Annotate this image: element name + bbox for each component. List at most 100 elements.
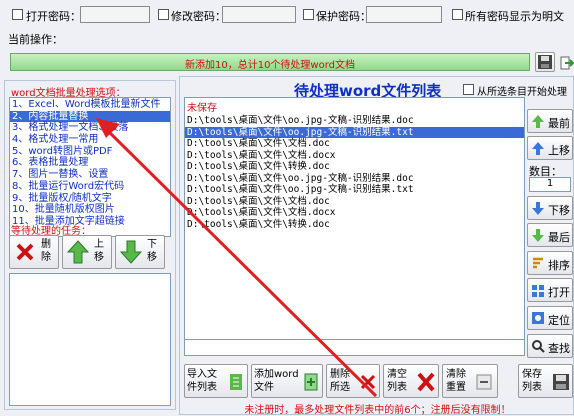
find-label: 查找 (548, 342, 570, 355)
delete-task-button[interactable]: 删 除 (9, 235, 59, 269)
file-row[interactable]: D:\tools\桌面\文件\oo.jpg-文稿-识别结果.doc (185, 115, 524, 127)
clear-reset-label: 清除 重置 (446, 369, 466, 393)
clear-list-button[interactable]: 清空 列表 (383, 364, 439, 398)
from-selected-label: 从所选条目开始处理 (477, 87, 567, 98)
count-input[interactable]: 1 (529, 177, 571, 192)
move-last-label: 最后 (548, 231, 570, 244)
save-list-button[interactable]: 保存 列表 (518, 364, 573, 398)
delete-selected-label: 删除 所选 (330, 369, 350, 393)
unsaved-label: 未保存 (187, 103, 217, 114)
save-progress-button[interactable] (535, 52, 555, 72)
clear-icon (417, 372, 435, 392)
protect-password-field[interactable] (366, 6, 442, 23)
file-list[interactable]: 未保存 D:\tools\桌面\文件\oo.jpg-文稿-识别结果.doc D:\… (184, 97, 525, 345)
options-list[interactable]: 1、Excel、Word模板批量新文件 2、内容批量替换 3、格式处理一文档、段落 4… (9, 97, 171, 237)
find-button[interactable]: 查找 (527, 334, 573, 358)
file-row[interactable]: D:\tools\桌面\文件\转换.doc (185, 219, 524, 231)
file-row[interactable]: D:\tools\桌面\文件\oo.jpg-文稿-识别结果.txt (185, 126, 524, 138)
arrow-up-icon (67, 240, 89, 264)
move-task-down-button[interactable]: 下 移 (115, 235, 165, 269)
move-task-up-button[interactable]: 上 移 (62, 235, 112, 269)
option-item[interactable]: 2、内容批量替换 (10, 110, 170, 123)
locate-label: 定位 (548, 314, 570, 327)
delete-icon (16, 243, 34, 261)
floppy-save-icon (553, 374, 569, 390)
from-selected-checkbox[interactable] (463, 84, 474, 95)
add-word-button[interactable]: 添加word 文件 (251, 364, 323, 398)
file-row[interactable]: D:\tools\桌面\文件\文档.doc (185, 196, 524, 208)
arrow-down-small-icon (532, 202, 544, 215)
option-item[interactable]: 10、批量随机版权图片 (10, 204, 170, 216)
file-row[interactable]: D:\tools\桌面\文件\转换.doc (185, 161, 524, 173)
sort-button[interactable]: 排序 (527, 251, 573, 275)
locate-icon (532, 312, 544, 324)
option-item[interactable]: 1、Excel、Word模板批量新文件 (10, 99, 170, 111)
file-list-panel: 待处理word文件列表 从所选条目开始处理 未保存 D:\tools\桌面\文件… (179, 76, 574, 416)
progress-text: 新添加10，总计10个待处理word文档 (184, 60, 356, 71)
add-file-icon (304, 373, 318, 391)
import-list-button[interactable]: 导入文 件列表 (184, 364, 248, 398)
modify-password-field[interactable] (222, 6, 296, 23)
option-item[interactable]: 6、表格批量处理 (10, 157, 170, 169)
protect-password-label: 保护密码： (316, 10, 371, 23)
move-up-button[interactable]: 上移 (527, 136, 573, 160)
file-row[interactable]: D:\tools\桌面\文件\oo.jpg-文稿-识别结果.doc (185, 173, 524, 185)
option-item[interactable]: 5、word转图片或PDF (10, 146, 170, 158)
move-task-down-label: 下 移 (147, 239, 157, 263)
modify-password-checkbox[interactable] (158, 9, 169, 20)
arrow-top-icon (532, 115, 544, 128)
task-list[interactable] (9, 273, 171, 406)
export-icon[interactable] (559, 54, 574, 72)
move-top-button[interactable]: 最前 (527, 109, 573, 133)
option-item[interactable]: 9、批量版权/随机文字 (10, 193, 170, 205)
import-icon (230, 374, 242, 390)
option-item[interactable]: 8、批量运行Word宏代码 (10, 181, 170, 193)
path-input[interactable] (184, 339, 525, 356)
move-last-button[interactable]: 最后 (527, 223, 573, 247)
delete-selected-icon (360, 374, 376, 390)
open-password-label: 打开密码： (26, 10, 81, 23)
sort-icon (533, 257, 543, 269)
arrow-up-small-icon (532, 142, 544, 155)
move-down-button[interactable]: 下移 (527, 196, 573, 220)
sort-label: 排序 (548, 259, 570, 272)
file-row[interactable]: D:\tools\桌面\文件\文档.docx (185, 207, 524, 219)
magnifier-icon (532, 340, 545, 353)
option-item[interactable]: 4、格式处理一常用 (10, 134, 170, 146)
save-list-label: 保存 列表 (522, 369, 542, 393)
clear-reset-button[interactable]: 清除 重置 (442, 364, 498, 398)
move-down-label: 下移 (548, 204, 570, 217)
open-password-field[interactable] (80, 6, 150, 23)
open-button[interactable]: 打开 (527, 278, 573, 302)
floppy-icon (538, 55, 552, 69)
file-row[interactable]: D:\tools\桌面\文件\文档.docx (185, 150, 524, 162)
delete-selected-button[interactable]: 删除 所选 (326, 364, 380, 398)
password-bar: 打开密码： 修改密码： 保护密码： 所有密码显示为明文 当前操作： (0, 0, 574, 50)
move-task-up-label: 上 移 (94, 239, 104, 263)
clear-list-label: 清空 列表 (387, 369, 407, 393)
open-label: 打开 (548, 286, 570, 299)
arrow-down-icon (120, 240, 142, 264)
locate-button[interactable]: 定位 (527, 306, 573, 330)
open-password-checkbox[interactable] (12, 9, 23, 20)
move-up-label: 上移 (548, 144, 570, 157)
option-item[interactable]: 3、格式处理一文档、段落 (10, 122, 170, 134)
arrow-bottom-icon (532, 229, 544, 242)
file-row[interactable]: D:\tools\桌面\文件\文档.doc (185, 138, 524, 150)
footer-notice: 未注册时，最多处理文件列表中的前6个；注册后没有限制！ (244, 405, 511, 416)
file-row[interactable]: D:\tools\桌面\文件\oo.jpg-文稿-识别结果.txt (185, 184, 524, 196)
move-top-label: 最前 (548, 117, 570, 130)
show-plain-label: 所有密码显示为明文 (465, 10, 564, 23)
add-word-label: 添加word 文件 (254, 369, 299, 393)
progress-bar: 新添加10，总计10个待处理word文档 (10, 53, 530, 71)
current-operation-label: 当前操作： (8, 33, 63, 46)
options-panel: word文档批量处理选项： 1、Excel、Word模板批量新文件 2、内容批量替… (4, 80, 176, 410)
show-plain-checkbox[interactable] (452, 9, 463, 20)
open-grid-icon (532, 285, 544, 297)
reset-icon (476, 374, 492, 390)
delete-task-label: 删 除 (41, 239, 51, 263)
modify-password-label: 修改密码： (171, 10, 226, 23)
protect-password-checkbox[interactable] (303, 9, 314, 20)
option-item[interactable]: 7、图片一替换、设置 (10, 169, 170, 181)
import-list-label: 导入文 件列表 (187, 369, 217, 393)
